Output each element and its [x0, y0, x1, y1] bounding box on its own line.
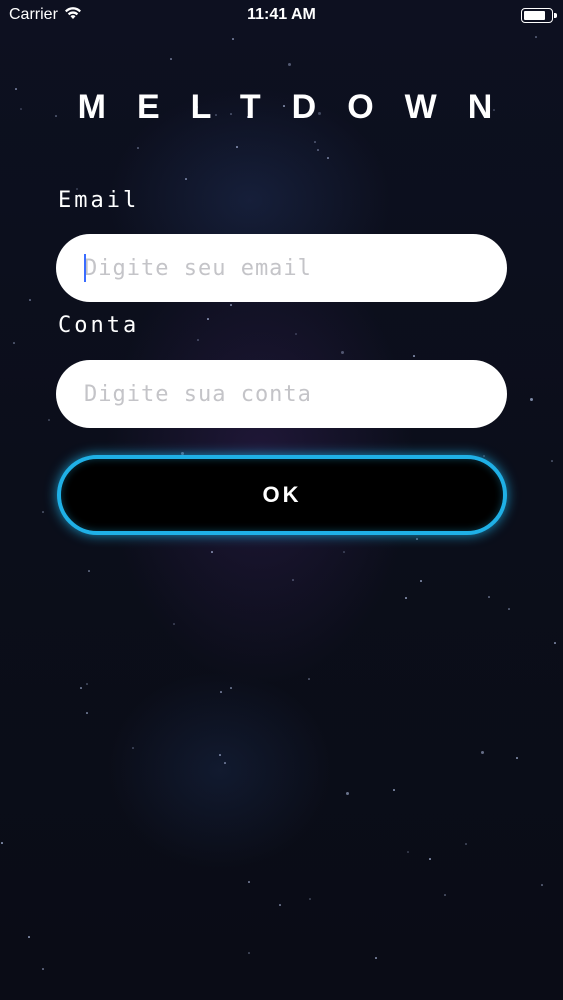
star [28, 936, 30, 938]
star [197, 339, 199, 341]
battery-level [524, 10, 545, 20]
email-label: Email [58, 188, 140, 213]
star [465, 843, 467, 845]
star [236, 146, 238, 148]
star [1, 842, 3, 844]
star [483, 455, 485, 457]
star [407, 851, 409, 853]
star [230, 304, 232, 306]
star [292, 579, 294, 581]
star [132, 747, 134, 749]
star [42, 511, 44, 513]
battery-icon [521, 7, 557, 23]
star [248, 952, 250, 954]
star [554, 642, 556, 644]
star [444, 894, 446, 896]
carrier-label: Carrier [9, 6, 58, 23]
wifi-icon [64, 6, 82, 25]
star [279, 904, 281, 906]
star [508, 608, 510, 610]
star [42, 968, 44, 970]
star [295, 333, 297, 335]
star [309, 898, 311, 900]
star [341, 351, 344, 354]
star [516, 757, 518, 759]
star [88, 570, 90, 572]
star [170, 58, 172, 60]
star [420, 580, 422, 582]
star [314, 141, 316, 143]
star [375, 957, 377, 959]
star [288, 63, 291, 66]
star [413, 355, 415, 357]
star [219, 754, 221, 756]
star [541, 884, 543, 886]
star [343, 551, 345, 553]
star [416, 538, 418, 540]
star [173, 623, 175, 625]
star [224, 762, 226, 764]
email-field[interactable] [56, 234, 507, 302]
star [211, 551, 213, 553]
star [86, 712, 88, 714]
star [429, 858, 431, 860]
star [481, 751, 484, 754]
star [29, 299, 31, 301]
status-bar: Carrier 11:41 AM [0, 0, 563, 30]
app-title: MELTDOWN [77, 88, 524, 126]
star [48, 419, 50, 421]
star [308, 678, 310, 680]
text-caret [84, 254, 86, 282]
star [488, 596, 490, 598]
ok-button[interactable]: OK [57, 455, 507, 535]
star [405, 597, 407, 599]
star [327, 157, 329, 159]
star [207, 318, 209, 320]
star [185, 178, 187, 180]
star [248, 881, 250, 883]
star [530, 398, 533, 401]
star [230, 687, 232, 689]
star [346, 792, 349, 795]
star [551, 460, 553, 462]
star [393, 789, 395, 791]
star [220, 691, 222, 693]
star [137, 147, 139, 149]
star [535, 36, 537, 38]
star [317, 149, 319, 151]
star [80, 687, 82, 689]
account-field[interactable] [56, 360, 507, 428]
status-left: Carrier [9, 6, 82, 25]
star [13, 342, 15, 344]
star [86, 683, 88, 685]
clock: 11:41 AM [247, 6, 316, 23]
account-label: Conta [58, 313, 140, 338]
star [232, 38, 234, 40]
